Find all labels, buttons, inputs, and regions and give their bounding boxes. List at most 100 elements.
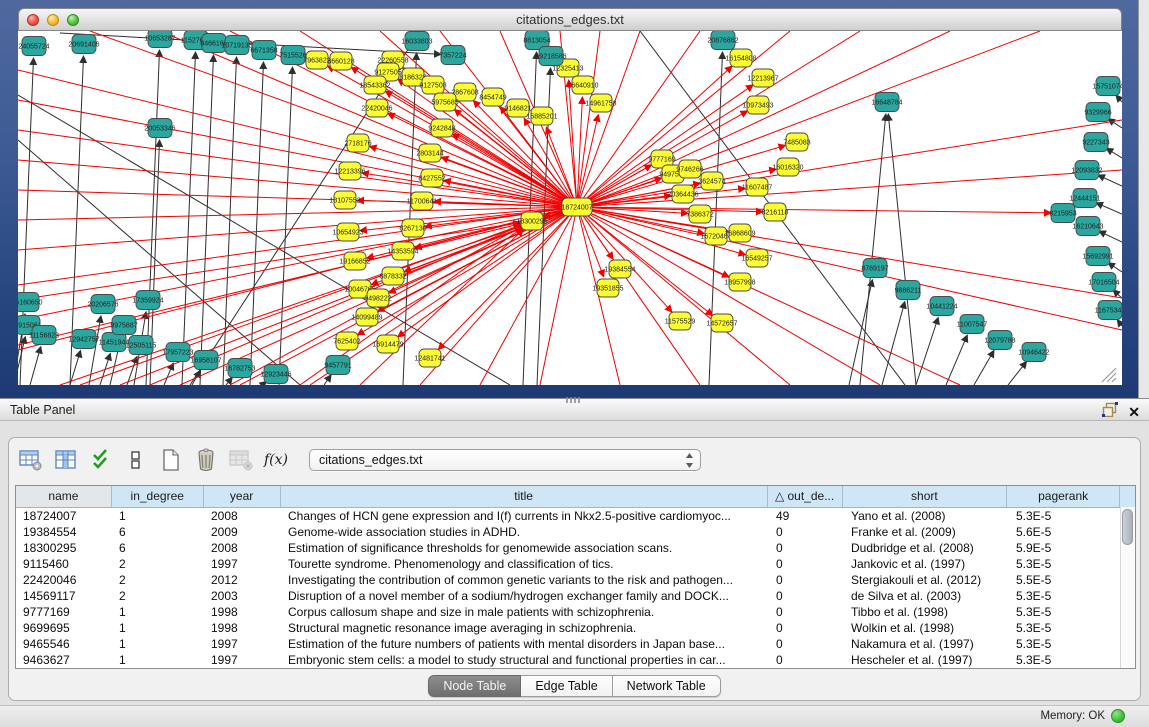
status-bar: Memory: OK bbox=[0, 705, 1149, 727]
network-edge bbox=[974, 350, 994, 385]
select-all-icon[interactable] bbox=[89, 448, 113, 472]
cell-title: Investigating the contribution of common… bbox=[281, 572, 769, 588]
memory-status-label: Memory: OK bbox=[1040, 710, 1105, 722]
table-row[interactable]: 911546021997Tourette syndrome. Phenomeno… bbox=[16, 556, 1135, 572]
table-row[interactable]: 1830029562008Estimation of significance … bbox=[16, 540, 1135, 556]
column-header-year[interactable]: year bbox=[204, 486, 281, 507]
cell-in_degree: 1 bbox=[112, 636, 204, 652]
cell-name: 9463627 bbox=[16, 652, 112, 668]
network-node-label: 22420046 bbox=[361, 106, 392, 113]
cell-out_degree: 49 bbox=[769, 508, 844, 524]
network-edge bbox=[18, 223, 520, 300]
table-row[interactable]: 1872400712008Changes of HCN gene express… bbox=[16, 508, 1135, 524]
cell-name: 9115460 bbox=[16, 556, 112, 572]
cell-title: Structural magnetic resonance image aver… bbox=[281, 620, 769, 636]
network-node-label: 10441224 bbox=[926, 304, 957, 311]
column-header-out_degree[interactable]: △ out_de... bbox=[768, 486, 843, 507]
column-header-pagerank[interactable]: pagerank bbox=[1007, 486, 1120, 507]
cell-year: 1997 bbox=[204, 556, 281, 572]
network-node-label: 12923446 bbox=[260, 372, 291, 379]
cell-year: 2008 bbox=[204, 508, 281, 524]
table-options-icon[interactable] bbox=[19, 448, 43, 472]
network-node-label: 18724007 bbox=[561, 205, 592, 212]
memory-status-indicator[interactable] bbox=[1111, 709, 1125, 723]
network-node-label: 20691406 bbox=[68, 42, 99, 49]
cell-short: Stergiakouli et al. (2012) bbox=[844, 572, 1009, 588]
function-builder-icon[interactable]: f(x) bbox=[264, 448, 288, 472]
network-node-label: 17016504 bbox=[1088, 280, 1119, 287]
table-row[interactable]: 946362711997Embryonic stem cells: a mode… bbox=[16, 652, 1135, 668]
network-node-label: 20053346 bbox=[144, 126, 175, 133]
delete-table-icon[interactable] bbox=[229, 448, 253, 472]
network-node-label: 16033803 bbox=[401, 39, 432, 46]
cell-pagerank: 5.5E-5 bbox=[1009, 572, 1122, 588]
cell-title: Changes of HCN gene expression and I(f) … bbox=[281, 508, 769, 524]
network-node-label: 20876862 bbox=[707, 38, 738, 45]
table-toolbar: f(x) citations_edges.txt bbox=[19, 445, 701, 475]
network-edge bbox=[882, 302, 905, 385]
cell-name: 22420046 bbox=[16, 572, 112, 588]
tab-edge-table[interactable]: Edge Table bbox=[521, 675, 612, 697]
cell-out_degree: 0 bbox=[769, 620, 844, 636]
cell-in_degree: 2 bbox=[112, 556, 204, 572]
cell-name: 9465546 bbox=[16, 636, 112, 652]
network-canvas[interactable]: 1872400718300295222605589127505185433628… bbox=[18, 31, 1122, 385]
table-row[interactable]: 946554611997Estimation of the future num… bbox=[16, 636, 1135, 652]
column-header-in_degree[interactable]: in_degree bbox=[112, 486, 204, 507]
network-node-label: 25160650 bbox=[18, 300, 43, 307]
table-row[interactable]: 1938455462009Genome-wide association stu… bbox=[16, 524, 1135, 540]
network-view-area: citations_edges.txt 18724007183002952226… bbox=[0, 0, 1138, 398]
cell-title: Estimation of significance thresholds fo… bbox=[281, 540, 769, 556]
table-selector-dropdown[interactable]: citations_edges.txt bbox=[309, 449, 701, 471]
table-vertical-scrollbar[interactable] bbox=[1120, 507, 1135, 668]
tab-node-table[interactable]: Node Table bbox=[428, 675, 521, 697]
network-node-label: 2718176 bbox=[344, 141, 371, 148]
cell-out_degree: 0 bbox=[769, 556, 844, 572]
table-tabs: Node TableEdge TableNetwork Table bbox=[9, 675, 1140, 699]
window-resize-grip[interactable] bbox=[1098, 368, 1118, 383]
network-node-label: 20364436 bbox=[667, 192, 698, 199]
network-node-label: 12093832 bbox=[1071, 168, 1102, 175]
network-window-titlebar[interactable]: citations_edges.txt bbox=[18, 8, 1122, 31]
table-row[interactable]: 1456911722003Disruption of a novel membe… bbox=[16, 588, 1135, 604]
network-edge bbox=[480, 207, 577, 385]
close-panel-icon[interactable]: ✕ bbox=[1128, 404, 1140, 420]
network-node-label: 5975685 bbox=[431, 100, 458, 107]
table-row[interactable]: 2242004622012Investigating the contribut… bbox=[16, 572, 1135, 588]
network-node-label: 10719135 bbox=[221, 43, 252, 50]
cell-in_degree: 1 bbox=[112, 508, 204, 524]
network-node-label: 9127505 bbox=[374, 70, 401, 77]
network-node-label: 11156823 bbox=[29, 333, 59, 340]
network-node-label: 11675344 bbox=[1095, 308, 1122, 315]
column-header-short[interactable]: short bbox=[843, 486, 1008, 507]
column-header-title[interactable]: title bbox=[281, 486, 768, 507]
cell-title: Corpus callosum shape and size in male p… bbox=[281, 604, 769, 620]
network-node-label: 15692991 bbox=[1082, 254, 1113, 261]
cell-in_degree: 1 bbox=[112, 620, 204, 636]
network-node-label: 18107552 bbox=[329, 198, 360, 205]
delete-column-icon[interactable] bbox=[194, 448, 218, 472]
table-header-row: namein_degreeyeartitle△ out_de...shortpa… bbox=[16, 486, 1135, 508]
show-columns-icon[interactable] bbox=[54, 448, 78, 472]
network-node-label: 15885201 bbox=[526, 114, 557, 121]
network-node-label: 9886211 bbox=[895, 288, 922, 295]
column-header-name[interactable]: name bbox=[16, 486, 112, 507]
new-column-icon[interactable] bbox=[159, 448, 183, 472]
scrollbar-thumb[interactable] bbox=[1122, 509, 1133, 545]
float-panel-icon[interactable] bbox=[1102, 402, 1118, 422]
node-table: namein_degreeyeartitle△ out_de...shortpa… bbox=[15, 485, 1136, 669]
cell-out_degree: 0 bbox=[769, 604, 844, 620]
row-height-icon[interactable] bbox=[124, 448, 148, 472]
cell-pagerank: 5.9E-5 bbox=[1009, 540, 1122, 556]
network-node-label: 2803144 bbox=[416, 151, 443, 158]
network-edge bbox=[1099, 231, 1122, 242]
splitter-grip[interactable] bbox=[566, 397, 582, 403]
cell-year: 1998 bbox=[204, 604, 281, 620]
table-row[interactable]: 969969511998Structural magnetic resonanc… bbox=[16, 620, 1135, 636]
network-node-label: 16958107 bbox=[190, 358, 221, 365]
network-node-label: 14353594 bbox=[387, 249, 418, 256]
tab-network-table[interactable]: Network Table bbox=[613, 675, 721, 697]
cell-short: Franke et al. (2009) bbox=[844, 524, 1009, 540]
table-row[interactable]: 977716911998Corpus callosum shape and si… bbox=[16, 604, 1135, 620]
cell-pagerank: 5.3E-5 bbox=[1009, 604, 1122, 620]
